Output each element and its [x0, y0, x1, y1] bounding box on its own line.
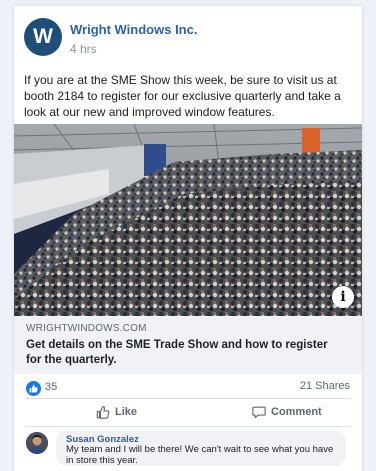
link-domain: WRIGHTWINDOWS.COM [26, 323, 147, 334]
post-text: If you are at the SME Show this week, be… [24, 73, 341, 119]
divider [26, 426, 350, 427]
post-timestamp[interactable]: 4 hrs [70, 42, 97, 56]
comment-text: My team and I will be there! We can't wa… [66, 444, 334, 466]
like-button[interactable]: Like [96, 400, 137, 424]
comment-button-label: Comment [271, 406, 322, 418]
crowd-photo-illustration [14, 124, 362, 316]
commenter-avatar[interactable] [26, 432, 48, 454]
comment-bubble: Susan Gonzalez My team and I will be the… [56, 430, 346, 466]
like-button-label: Like [115, 406, 138, 418]
page-avatar[interactable]: W [24, 18, 62, 56]
link-title[interactable]: Get details on the SME Trade Show and ho… [26, 338, 346, 368]
link-preview[interactable]: WRIGHTWINDOWS.COM Get details on the SME… [14, 316, 362, 374]
post-photo[interactable]: i [14, 124, 362, 316]
thumbs-up-icon [96, 406, 110, 419]
post-card: W Wright Windows Inc. 4 hrs If you are a… [14, 6, 362, 471]
divider [26, 398, 350, 399]
page-name-link[interactable]: Wright Windows Inc. [70, 22, 197, 37]
photo-info-button[interactable]: i [332, 286, 354, 308]
like-count[interactable]: 35 [45, 381, 57, 393]
like-reaction-icon[interactable] [26, 381, 41, 396]
share-count[interactable]: 21 Shares [300, 380, 350, 392]
comment-button[interactable]: Comment [252, 400, 322, 424]
comment-bubble-icon [252, 406, 266, 419]
